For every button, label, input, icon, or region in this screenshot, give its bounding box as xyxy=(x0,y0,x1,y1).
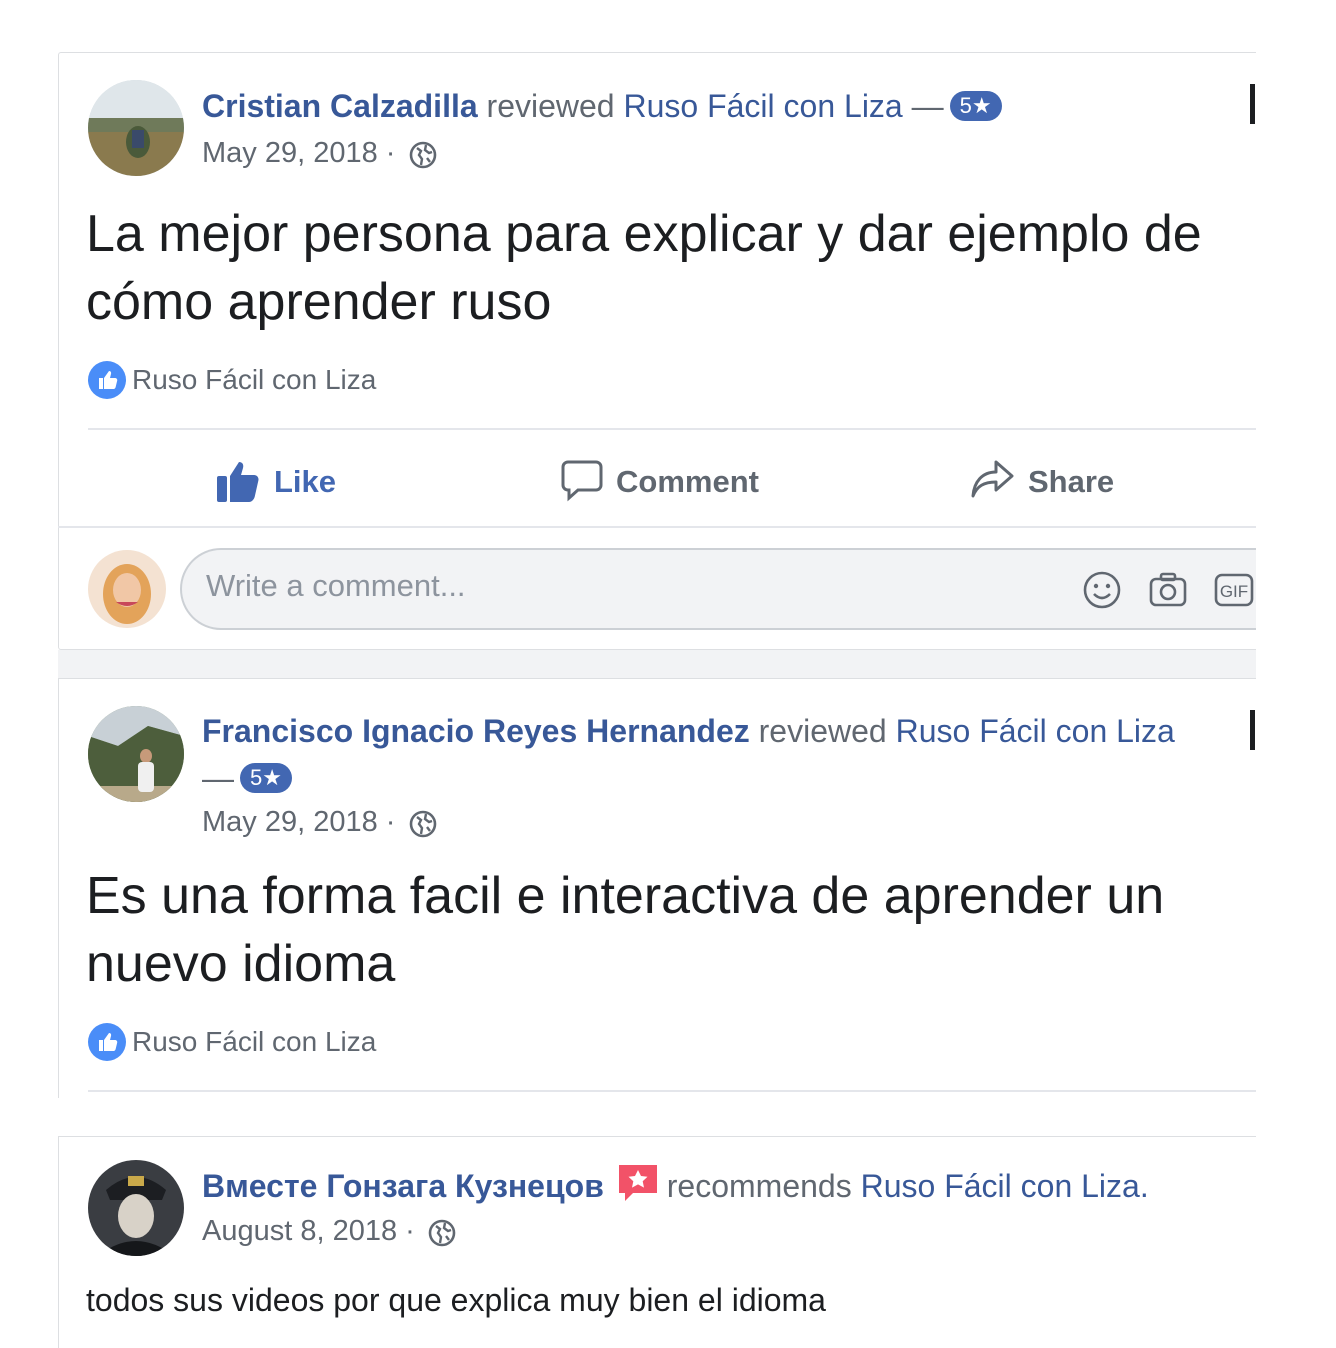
rating-badge: 5★ xyxy=(240,763,292,793)
gif-icon[interactable]: GIF xyxy=(1214,570,1254,615)
divider xyxy=(58,526,1256,528)
page-like-row: Ruso Fácil con Liza xyxy=(88,360,376,400)
divider xyxy=(88,1090,1256,1092)
globe-icon xyxy=(427,1218,457,1259)
comment-button[interactable]: Comment xyxy=(560,458,759,504)
speech-bubble-icon xyxy=(561,460,603,502)
camera-icon[interactable] xyxy=(1148,570,1188,615)
author-avatar[interactable] xyxy=(88,80,184,176)
comment-placeholder: Write a comment... xyxy=(206,568,466,603)
like-badge-icon xyxy=(88,361,126,399)
liked-by-page[interactable]: Ruso Fácil con Liza xyxy=(132,364,376,395)
review-header: Cristian Calzadilla reviewed Ruso Fácil … xyxy=(202,84,1002,128)
globe-icon xyxy=(408,140,438,181)
author-name[interactable]: Cristian Calzadilla xyxy=(202,88,478,124)
feed-separator xyxy=(58,650,1256,678)
page-link[interactable]: Ruso Fácil con Liza xyxy=(623,88,902,124)
review-header: Francisco Ignacio Reyes Hernandez review… xyxy=(202,709,1175,753)
rating-badge: 5★ xyxy=(949,91,1002,121)
review-text: todos sus videos por que explica muy bie… xyxy=(86,1282,826,1318)
scrollbar-marker xyxy=(1250,84,1255,124)
post-date[interactable]: August 8, 2018 · xyxy=(202,1215,415,1247)
review-text: Es una forma facil e interactiva de apre… xyxy=(86,867,1165,993)
page-link[interactable]: Ruso Fácil con Liza. xyxy=(861,1168,1149,1204)
author-name[interactable]: Вместе Гонзага Кузнецов xyxy=(202,1168,604,1204)
liked-by-page[interactable]: Ruso Fácil con Liza xyxy=(132,1026,376,1057)
scrollbar-marker xyxy=(1250,710,1255,750)
page-like-row: Ruso Fácil con Liza xyxy=(88,1022,376,1062)
share-button[interactable]: Share xyxy=(970,458,1114,504)
post-date-row: May 29, 2018 · xyxy=(202,133,438,181)
post-date-row: August 8, 2018 · xyxy=(202,1211,457,1259)
share-label: Share xyxy=(1028,464,1115,499)
like-label: Like xyxy=(274,464,337,499)
svg-text:GIF: GIF xyxy=(1220,582,1248,601)
review-action: recommends xyxy=(666,1168,852,1204)
separator-dash: — xyxy=(911,88,944,124)
author-avatar[interactable] xyxy=(88,1160,184,1256)
post-date-row: May 29, 2018 · xyxy=(202,802,438,850)
post-date[interactable]: May 29, 2018 · xyxy=(202,806,395,838)
page-link[interactable]: Ruso Fácil con Liza xyxy=(896,713,1175,749)
current-user-avatar[interactable] xyxy=(88,550,166,628)
share-arrow-icon xyxy=(971,460,1014,498)
like-button[interactable]: Like xyxy=(216,458,336,504)
post-date[interactable]: May 29, 2018 · xyxy=(202,137,395,169)
divider xyxy=(88,428,1256,430)
author-name[interactable]: Francisco Ignacio Reyes Hernandez xyxy=(202,713,750,749)
review-header: Вместе Гонзага Кузнецов recommends Ruso … xyxy=(202,1163,1149,1214)
thumbs-up-icon xyxy=(217,462,259,502)
review-text: La mejor persona para explicar y dar eje… xyxy=(86,205,1202,331)
smiley-icon[interactable] xyxy=(1082,570,1122,615)
comment-input[interactable]: Write a comment... GIF xyxy=(180,548,1256,630)
like-badge-icon xyxy=(88,1023,126,1061)
comment-label: Comment xyxy=(616,464,759,499)
review-action: reviewed xyxy=(486,88,615,124)
globe-icon xyxy=(408,809,438,850)
review-header-cont: —5★ xyxy=(202,756,292,800)
review-action: reviewed xyxy=(758,713,887,749)
author-avatar[interactable] xyxy=(88,706,184,802)
separator-dash: — xyxy=(202,760,234,796)
recommend-flag-icon xyxy=(617,1163,659,1214)
